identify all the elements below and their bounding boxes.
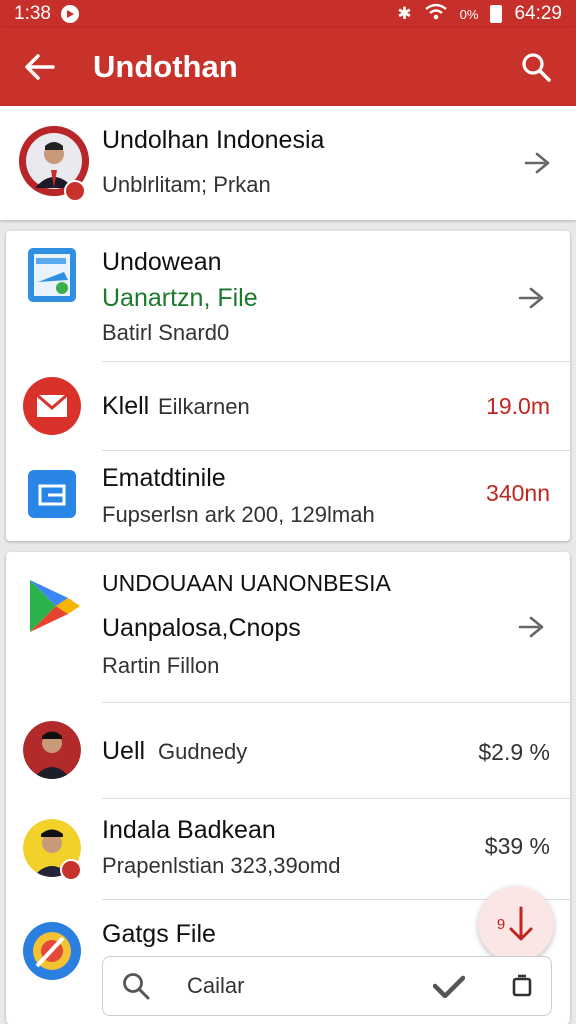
check-icon[interactable] xyxy=(433,974,465,998)
arrow-left-icon xyxy=(25,54,55,80)
back-button[interactable] xyxy=(0,28,80,106)
doc-app-icon xyxy=(28,470,76,518)
bottom-search-bar: Cailar xyxy=(102,956,552,1016)
list-item[interactable]: Undowean Uanartzn, File Batirl Snard0 xyxy=(6,231,570,361)
search-button[interactable] xyxy=(496,28,576,106)
item-subtitle: Prapenlstian 323,39omd xyxy=(102,853,341,878)
battery-icon xyxy=(490,5,503,23)
item-title: Klell xyxy=(102,392,150,420)
search-icon xyxy=(522,53,551,82)
download-card-2: UNDOUAAN UANONBESIA Uanpalosa,Cnops Rart… xyxy=(6,552,570,1024)
item-title: Uell xyxy=(102,737,146,765)
item-title: Ematdtinile xyxy=(102,464,226,492)
item-value: $39 % xyxy=(484,833,550,859)
header-item[interactable]: Undolhan Indonesia Unblrlitam; Prkan xyxy=(0,106,576,220)
file-app-icon xyxy=(28,248,76,302)
item-value: 19.0m xyxy=(486,393,550,419)
item-title: Indala Badkean xyxy=(102,816,276,844)
search-icon xyxy=(123,973,150,1000)
signal-text: 0% xyxy=(459,6,479,22)
item-value: 340nn xyxy=(486,480,550,506)
item-line2: Uanartzn, File xyxy=(102,284,258,313)
download-fab[interactable]: 9 xyxy=(478,886,554,962)
list-item[interactable]: Ematdtinile Fupserlsn ark 200, 129lmah 3… xyxy=(6,451,570,541)
status-time: 1:38 xyxy=(14,3,51,24)
share-arrow-icon[interactable] xyxy=(522,146,556,180)
item-line3: Batirl Snard0 xyxy=(102,320,230,345)
status-bar: 1:38 ✱ 0% 64:29 xyxy=(0,0,576,28)
list-item[interactable]: UNDOUAAN UANONBESIA Uanpalosa,Cnops Rart… xyxy=(6,552,570,702)
item-title: UNDOUAAN UANONBESIA xyxy=(102,570,391,596)
list-item[interactable]: Indala Badkean Prapenlstian 323,39omd $3… xyxy=(6,799,570,899)
item-title: Gatgs File xyxy=(102,920,216,948)
status-right-text: 64:29 xyxy=(514,3,562,24)
share-arrow-icon[interactable] xyxy=(516,610,550,644)
mail-icon xyxy=(23,377,81,435)
item-line3: Rartin Fillon xyxy=(102,653,220,678)
list-item[interactable]: Klell Eilkarnen 19.0m xyxy=(6,362,570,450)
arrow-down-icon xyxy=(509,906,533,941)
badge-icon xyxy=(60,859,82,881)
bluetooth-icon: ✱ xyxy=(397,4,412,23)
download-card-1: Undowean Uanartzn, File Batirl Snard0 Kl… xyxy=(6,231,570,541)
item-value: $2.9 % xyxy=(478,739,550,765)
item-line2: Uanpalosa,Cnops xyxy=(102,614,301,642)
item-line2-text: Uanartzn, File xyxy=(102,284,258,312)
share-arrow-icon[interactable] xyxy=(516,281,550,315)
chrome-like-icon xyxy=(23,922,81,980)
fab-count: 9 xyxy=(496,915,506,933)
play-icon xyxy=(60,5,79,23)
play-store-icon xyxy=(30,580,80,632)
page-title: Undothan xyxy=(93,49,238,84)
avatar xyxy=(23,721,81,779)
app-bar: Undothan xyxy=(0,28,576,106)
item-subtitle: Gudnedy xyxy=(158,739,248,764)
item-subtitle: Eilkarnen xyxy=(158,394,250,419)
item-subtitle: Fupserlsn ark 200, 129lmah xyxy=(102,502,375,527)
wifi-icon xyxy=(424,3,448,26)
copy-icon[interactable] xyxy=(511,974,533,998)
header-item-subtitle: Unblrlitam; Prkan xyxy=(102,172,271,197)
header-item-title: Undolhan Indonesia xyxy=(102,126,325,154)
list-item[interactable]: Uell Gudnedy $2.9 % xyxy=(6,703,570,798)
search-input[interactable]: Cailar xyxy=(187,973,244,999)
item-title: Undowean xyxy=(102,248,222,276)
